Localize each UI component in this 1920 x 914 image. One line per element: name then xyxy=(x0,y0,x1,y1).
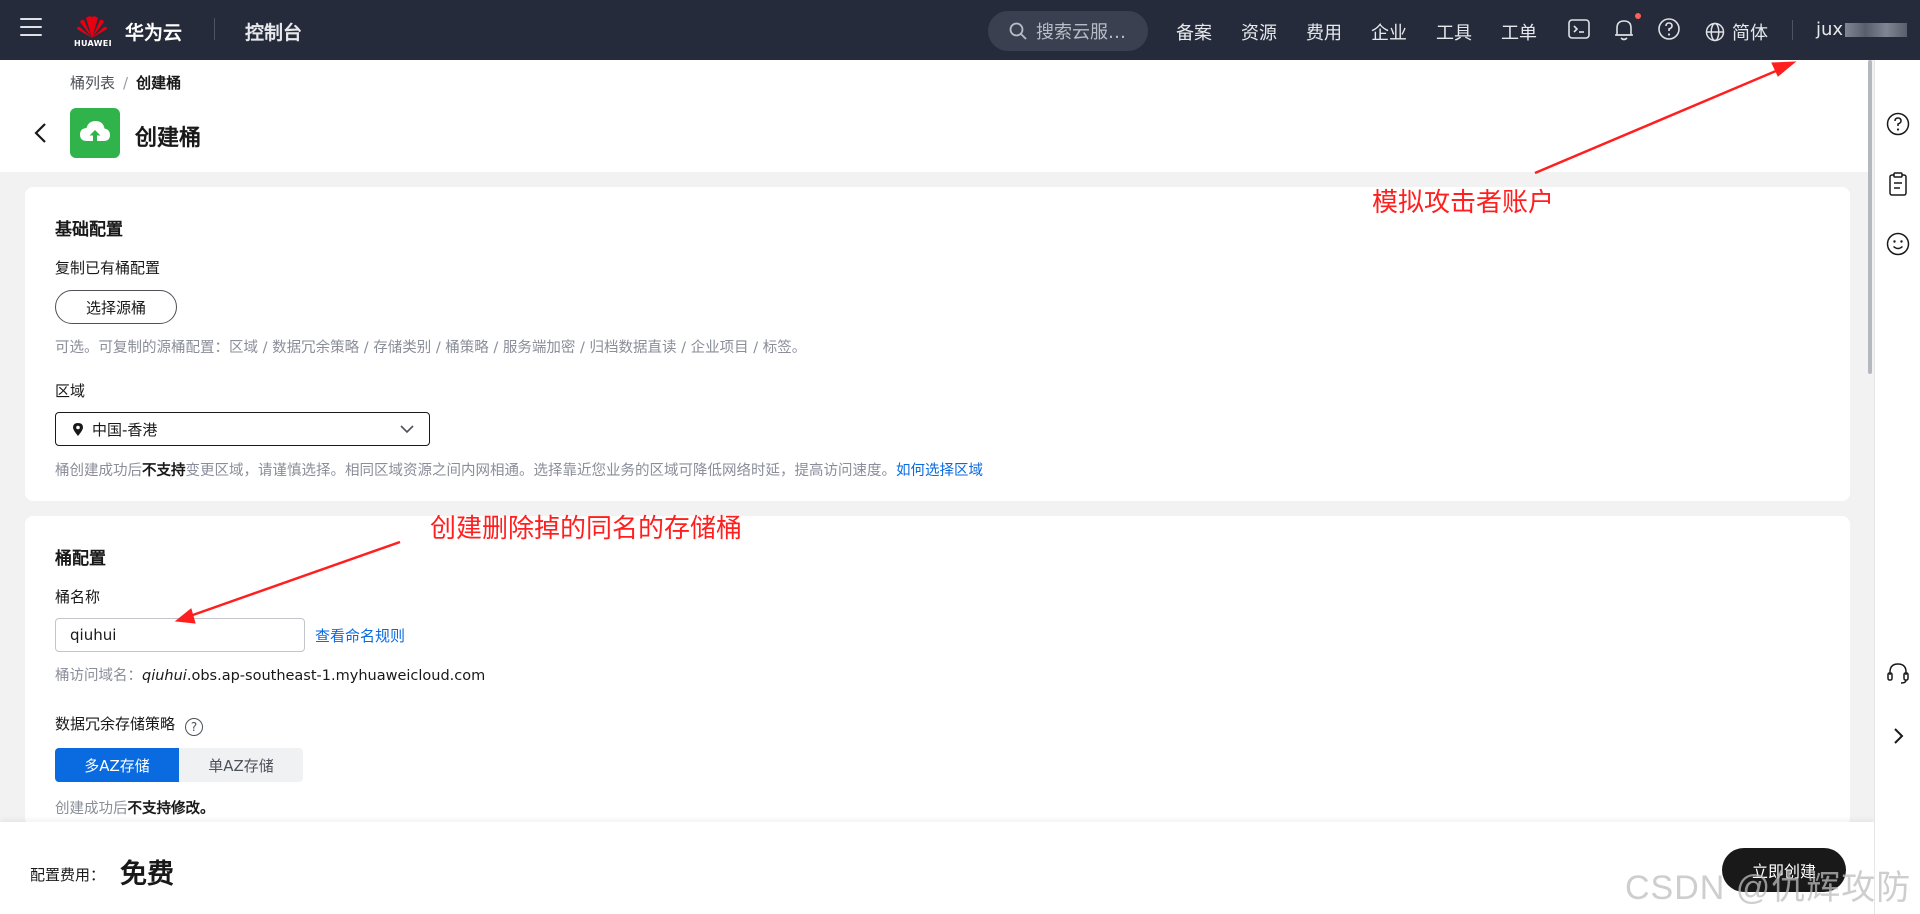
redundancy-segmented-control: 多AZ存储 单AZ存储 xyxy=(55,748,303,782)
username: jux xyxy=(1816,19,1844,40)
breadcrumb-current: 创建桶 xyxy=(136,74,182,92)
bucket-name-input[interactable] xyxy=(55,618,305,652)
page-title: 创建桶 xyxy=(135,126,202,151)
redundancy-label: 数据冗余存储策略? xyxy=(55,713,204,736)
region-hint: 桶创建成功后不支持变更区域，请谨慎选择。相同区域资源之间内网相通。选择靠近您业务… xyxy=(55,459,983,480)
cloud-upload-icon xyxy=(70,108,120,158)
nav-link-tools[interactable]: 工具 xyxy=(1436,19,1472,45)
bucket-name-label: 桶名称 xyxy=(55,588,101,606)
location-icon xyxy=(73,422,83,436)
notification-dot xyxy=(1635,13,1641,19)
domain-bucket-name: qiuhui xyxy=(142,668,187,684)
copy-config-label: 复制已有桶配置 xyxy=(55,259,161,277)
help-icon[interactable] xyxy=(1656,16,1682,42)
annotation-attacker-account: 模拟攻击者账户 xyxy=(1372,188,1555,218)
section-title-bucket: 桶配置 xyxy=(55,549,106,569)
basic-config-card: 基础配置 复制已有桶配置 选择源桶 可选。可复制的源桶配置：区域 / 数据冗余策… xyxy=(25,187,1850,501)
user-account-menu[interactable]: jux xyxy=(1816,19,1908,40)
smiley-icon[interactable] xyxy=(1885,231,1911,257)
page-header xyxy=(0,60,1871,172)
headset-icon[interactable] xyxy=(1885,660,1911,686)
section-title-basic: 基础配置 xyxy=(55,220,123,240)
divider xyxy=(214,18,215,40)
nav-link-resources[interactable]: 资源 xyxy=(1241,19,1277,45)
region-hint-text-2: 变更区域，请谨慎选择。相同区域资源之间内网相通。选择靠近您业务的区域可降低网络时… xyxy=(185,463,897,479)
nav-link-billing[interactable]: 费用 xyxy=(1306,19,1342,45)
footer-bar: 配置费用： 免费 立即创建 xyxy=(0,822,1875,914)
bucket-domain-hint: 桶访问域名：qiuhui.obs.ap-southeast-1.myhuawei… xyxy=(55,664,485,685)
redundancy-hint: 创建成功后不支持修改。 xyxy=(55,797,215,818)
naming-rules-link[interactable]: 查看命名规则 xyxy=(315,625,405,646)
right-toolbar xyxy=(1874,60,1920,914)
bell-icon[interactable] xyxy=(1611,16,1637,42)
back-icon[interactable] xyxy=(30,120,52,146)
multi-az-option[interactable]: 多AZ存储 xyxy=(55,748,179,782)
region-value: 中国-香港 xyxy=(92,420,158,439)
redundancy-hint-emphasis: 不支持修改。 xyxy=(127,801,215,817)
nav-link-enterprise[interactable]: 企业 xyxy=(1371,19,1407,45)
search-icon xyxy=(1009,22,1027,40)
chevron-right-icon[interactable] xyxy=(1885,723,1911,749)
how-to-choose-region-link[interactable]: 如何选择区域 xyxy=(896,463,983,479)
breadcrumb-bucket-list[interactable]: 桶列表 xyxy=(70,74,115,92)
help-icon[interactable]: ? xyxy=(185,718,204,736)
select-source-bucket-button[interactable]: 选择源桶 xyxy=(55,290,177,324)
clipboard-icon[interactable] xyxy=(1885,171,1911,197)
single-az-option[interactable]: 单AZ存储 xyxy=(179,748,303,782)
domain-suffix: .obs.ap-southeast-1.myhuaweicloud.com xyxy=(186,668,486,684)
region-hint-emphasis: 不支持 xyxy=(142,463,186,479)
nav-link-tickets[interactable]: 工单 xyxy=(1501,19,1537,45)
copy-config-hint: 可选。可复制的源桶配置：区域 / 数据冗余策略 / 存储类别 / 桶策略 / 服… xyxy=(55,340,807,356)
search-placeholder: 搜索云服… xyxy=(1036,22,1126,43)
region-select[interactable]: 中国-香港 xyxy=(55,412,430,446)
bucket-config-card: 桶配置 桶名称 查看命名规则 桶访问域名：qiuhui.obs.ap-south… xyxy=(25,516,1850,826)
top-navigation-bar: HUAWEI 华为云 控制台 搜索云服… 备案 资源 费用 企业 工具 工单 简… xyxy=(0,0,1920,60)
language-label: 简体 xyxy=(1732,23,1768,44)
search-box[interactable]: 搜索云服… xyxy=(988,11,1148,51)
globe-icon xyxy=(1705,22,1725,42)
region-label: 区域 xyxy=(55,382,86,400)
region-hint-text: 桶创建成功后 xyxy=(55,463,142,479)
redundancy-label-text: 数据冗余存储策略 xyxy=(55,715,176,733)
brand-name[interactable]: 华为云 xyxy=(125,18,182,45)
domain-prefix: 桶访问域名： xyxy=(55,668,142,684)
chevron-down-icon xyxy=(400,425,414,434)
watermark: CSDN @仇辉攻防 xyxy=(1625,869,1912,907)
annotation-recreate-bucket: 创建删除掉的同名的存储桶 xyxy=(430,514,743,544)
logo-text: HUAWEI xyxy=(74,39,112,48)
language-switcher[interactable]: 简体 xyxy=(1704,19,1768,45)
username-redaction xyxy=(1845,22,1908,37)
nav-link-filing[interactable]: 备案 xyxy=(1176,19,1212,45)
breadcrumb: 桶列表 / 创建桶 xyxy=(70,72,181,93)
breadcrumb-separator: / xyxy=(123,74,129,92)
menu-icon[interactable] xyxy=(20,18,42,40)
divider xyxy=(1792,20,1793,40)
scrollbar[interactable] xyxy=(1868,60,1872,374)
console-link[interactable]: 控制台 xyxy=(245,18,302,45)
fee-value: 免费 xyxy=(120,859,174,890)
help-icon[interactable] xyxy=(1885,111,1911,137)
fee-label: 配置费用： xyxy=(30,866,106,884)
terminal-icon[interactable] xyxy=(1566,16,1592,42)
redundancy-hint-text: 创建成功后 xyxy=(55,801,128,817)
